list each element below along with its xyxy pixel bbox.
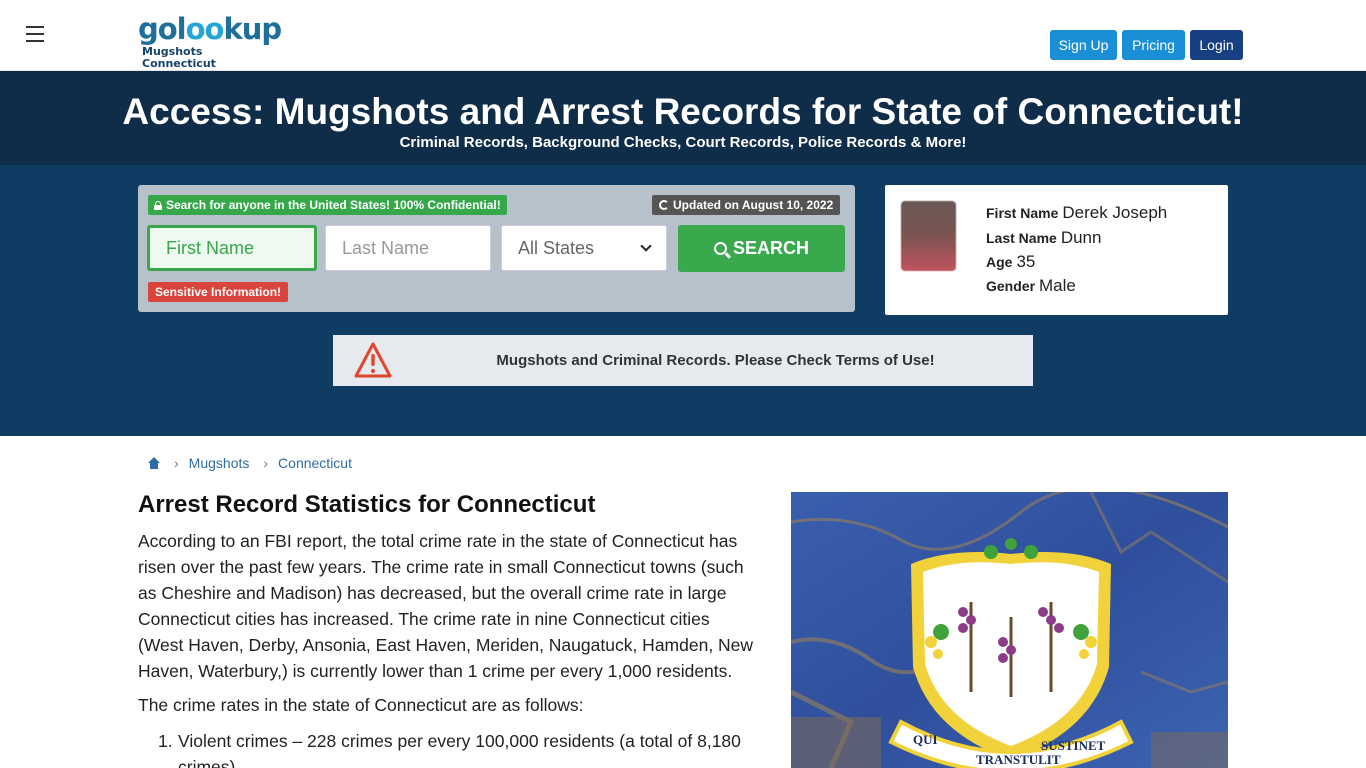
connecticut-flag-image: QUI TRANSTULIT SUSTINET [791,492,1228,768]
flag-motto-1: QUI [913,732,938,747]
article-title: Arrest Record Statistics for Connecticut [138,491,596,518]
article-paragraph: According to an FBI report, the total cr… [138,531,754,681]
signup-button[interactable]: Sign Up [1050,30,1117,60]
search-button[interactable]: SEARCH [678,225,845,272]
lock-icon [154,200,162,210]
flag-illustration: QUI TRANSTULIT SUSTINET [791,492,1228,768]
top-bar: golookup Mugshots Connecticut Sign Up Pr… [0,0,1366,71]
profile-first-name: First Name Derek Joseph [986,203,1168,222]
search-icon [713,242,727,255]
profile-age: Age 35 [986,252,1036,271]
profile-last-name: Last Name Dunn [986,228,1102,247]
chevron-right-icon: › [174,455,179,471]
page-subtitle: Criminal Records, Background Checks, Cou… [399,134,967,151]
notice-text: Mugshots and Criminal Records. Please Ch… [496,352,935,369]
first-name-input[interactable]: First Name [147,225,317,271]
logo-wordmark: golookup [138,12,282,46]
pricing-button[interactable]: Pricing [1122,30,1185,60]
flag-motto-2: TRANSTULIT [976,752,1061,767]
refresh-icon [659,200,669,210]
updated-badge: Updated on August 10, 2022 [652,195,841,215]
profile-gender: Gender Male [986,276,1076,295]
article-paragraph: The crime rates in the state of Connecti… [138,695,584,715]
hamburger-menu-icon[interactable] [26,26,44,42]
chevron-right-icon: › [263,455,269,471]
breadcrumb-mugshots[interactable]: Mugshots [189,455,250,471]
home-icon[interactable] [148,457,160,469]
avatar [901,201,956,271]
flag-motto-3: SUSTINET [1041,738,1106,753]
login-button[interactable]: Login [1190,30,1243,60]
last-name-input[interactable]: Last Name [325,225,491,271]
chevron-down-icon [640,240,652,252]
list-item: 1. Violent crimes – 228 crimes per every… [158,731,741,768]
sensitive-info-badge: Sensitive Information! [148,282,289,302]
page-title: Access: Mugshots and Arrest Records for … [122,91,1244,132]
terms-notice[interactable]: Mugshots and Criminal Records. Please Ch… [333,335,1033,386]
logo-subtitle: Mugshots Connecticut [142,45,216,70]
confidential-badge: Search for anyone in the United States! … [148,195,507,215]
state-select[interactable]: All States [501,225,667,271]
site-logo[interactable]: golookup Mugshots Connecticut [138,12,282,70]
breadcrumb-connecticut[interactable]: Connecticut [278,455,352,471]
hero-title-band: Access: Mugshots and Arrest Records for … [0,71,1366,165]
breadcrumb: › Mugshots › Connecticut [148,455,352,471]
